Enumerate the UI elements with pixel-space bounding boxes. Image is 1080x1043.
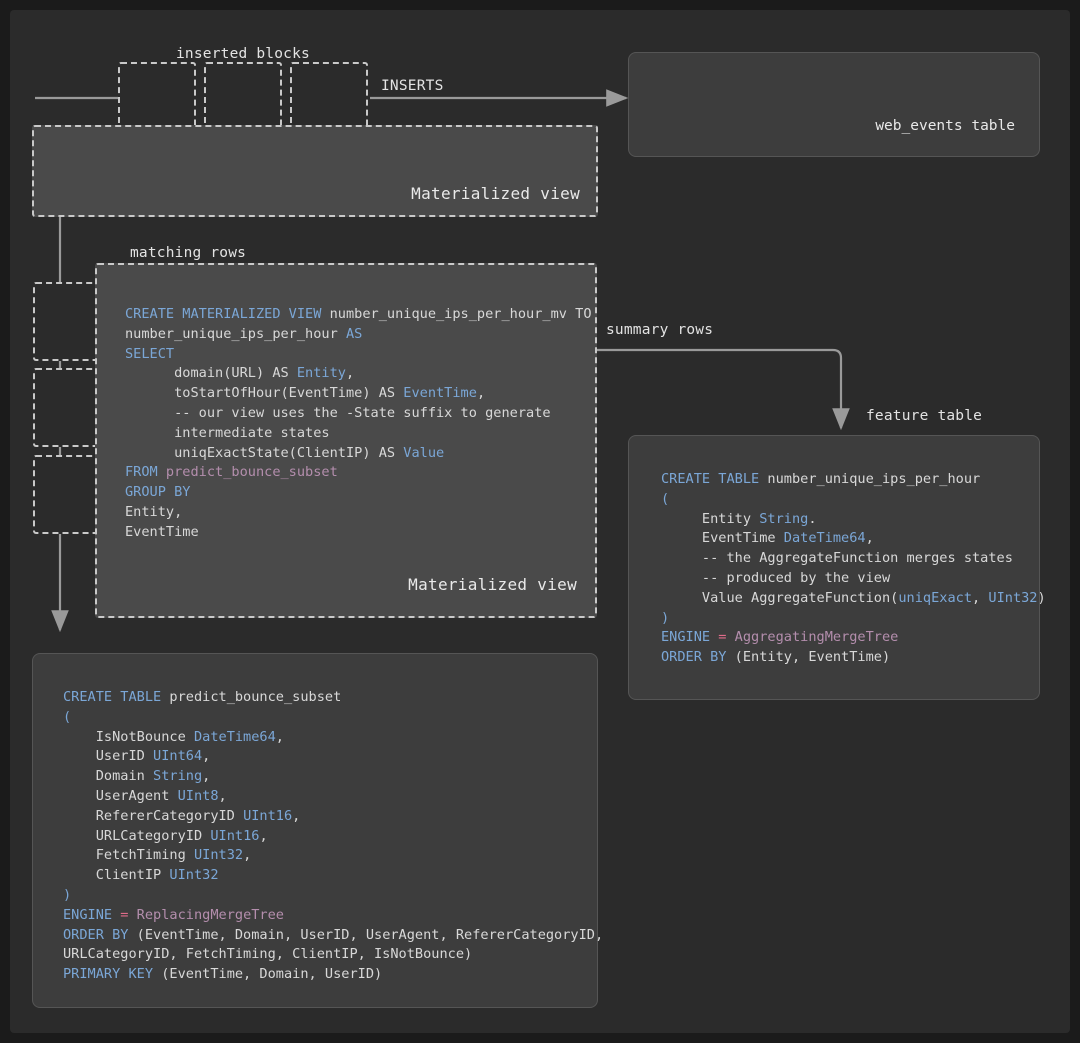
code-line: uniqExactState(ClientIP) AS Value (125, 444, 592, 464)
code-line: RefererCategoryID UInt16, (63, 807, 603, 827)
code-line: UserID UInt64, (63, 747, 603, 767)
feature-table-panel: CREATE TABLE number_unique_ips_per_hour(… (628, 435, 1040, 700)
feature-table-sql: CREATE TABLE number_unique_ips_per_hour(… (661, 470, 1046, 668)
label-feature-table: feature table (866, 408, 982, 424)
code-line: IsNotBounce DateTime64, (63, 728, 603, 748)
web-events-table-panel: web_events table (628, 52, 1040, 157)
materialized-view-sql: CREATE MATERIALIZED VIEW number_unique_i… (125, 305, 592, 543)
source-table-sql: CREATE TABLE predict_bounce_subset( IsNo… (63, 688, 603, 985)
code-line: URLCategoryID UInt16, (63, 827, 603, 847)
code-line: CREATE TABLE number_unique_ips_per_hour (661, 470, 1046, 490)
code-line: ENGINE = ReplacingMergeTree (63, 906, 603, 926)
code-line: EventTime DateTime64, (661, 529, 1046, 549)
materialized-view-label-top: Materialized view (411, 184, 580, 203)
code-line: EventTime (125, 523, 592, 543)
code-line: Entity, (125, 503, 592, 523)
code-line: ) (661, 609, 1046, 629)
code-line: -- the AggregateFunction merges states (661, 549, 1046, 569)
code-line: SELECT (125, 345, 592, 365)
code-line: -- our view uses the -State suffix to ge… (125, 404, 592, 424)
label-summary-rows: summary rows (606, 322, 713, 338)
code-line: URLCategoryID, FetchTiming, ClientIP, Is… (63, 945, 603, 965)
code-line: CREATE MATERIALIZED VIEW number_unique_i… (125, 305, 592, 325)
code-line: ) (63, 886, 603, 906)
label-inserts: INSERTS (381, 78, 444, 94)
code-line: ( (661, 490, 1046, 510)
code-line: ClientIP UInt32 (63, 866, 603, 886)
code-line: ORDER BY (Entity, EventTime) (661, 648, 1046, 668)
code-line: ORDER BY (EventTime, Domain, UserID, Use… (63, 926, 603, 946)
code-line: Domain String, (63, 767, 603, 787)
code-line: ENGINE = AggregatingMergeTree (661, 628, 1046, 648)
label-inserted-blocks: inserted blocks (176, 46, 310, 62)
web-events-table-label: web_events table (875, 118, 1015, 134)
materialized-view-panel-mid: Materialized view CREATE MATERIALIZED VI… (95, 263, 597, 618)
code-line: toStartOfHour(EventTime) AS EventTime, (125, 384, 592, 404)
diagram-canvas: inserted blocks INSERTS matching rows su… (0, 0, 1080, 1043)
code-line: CREATE TABLE predict_bounce_subset (63, 688, 603, 708)
code-line: UserAgent UInt8, (63, 787, 603, 807)
code-line: PRIMARY KEY (EventTime, Domain, UserID) (63, 965, 603, 985)
code-line: Entity String. (661, 510, 1046, 530)
code-line: FetchTiming UInt32, (63, 846, 603, 866)
code-line: GROUP BY (125, 483, 592, 503)
materialized-view-panel-top: Materialized view (32, 125, 598, 217)
code-line: Value AggregateFunction(uniqExact, UInt3… (661, 589, 1046, 609)
code-line: -- produced by the view (661, 569, 1046, 589)
label-matching-rows: matching rows (130, 245, 246, 261)
materialized-view-label-mid: Materialized view (408, 575, 577, 594)
code-line: FROM predict_bounce_subset (125, 463, 592, 483)
code-line: ( (63, 708, 603, 728)
code-line: intermediate states (125, 424, 592, 444)
code-line: domain(URL) AS Entity, (125, 364, 592, 384)
source-table-panel: CREATE TABLE predict_bounce_subset( IsNo… (32, 653, 598, 1008)
code-line: number_unique_ips_per_hour AS (125, 325, 592, 345)
diagram-board: inserted blocks INSERTS matching rows su… (10, 10, 1070, 1033)
